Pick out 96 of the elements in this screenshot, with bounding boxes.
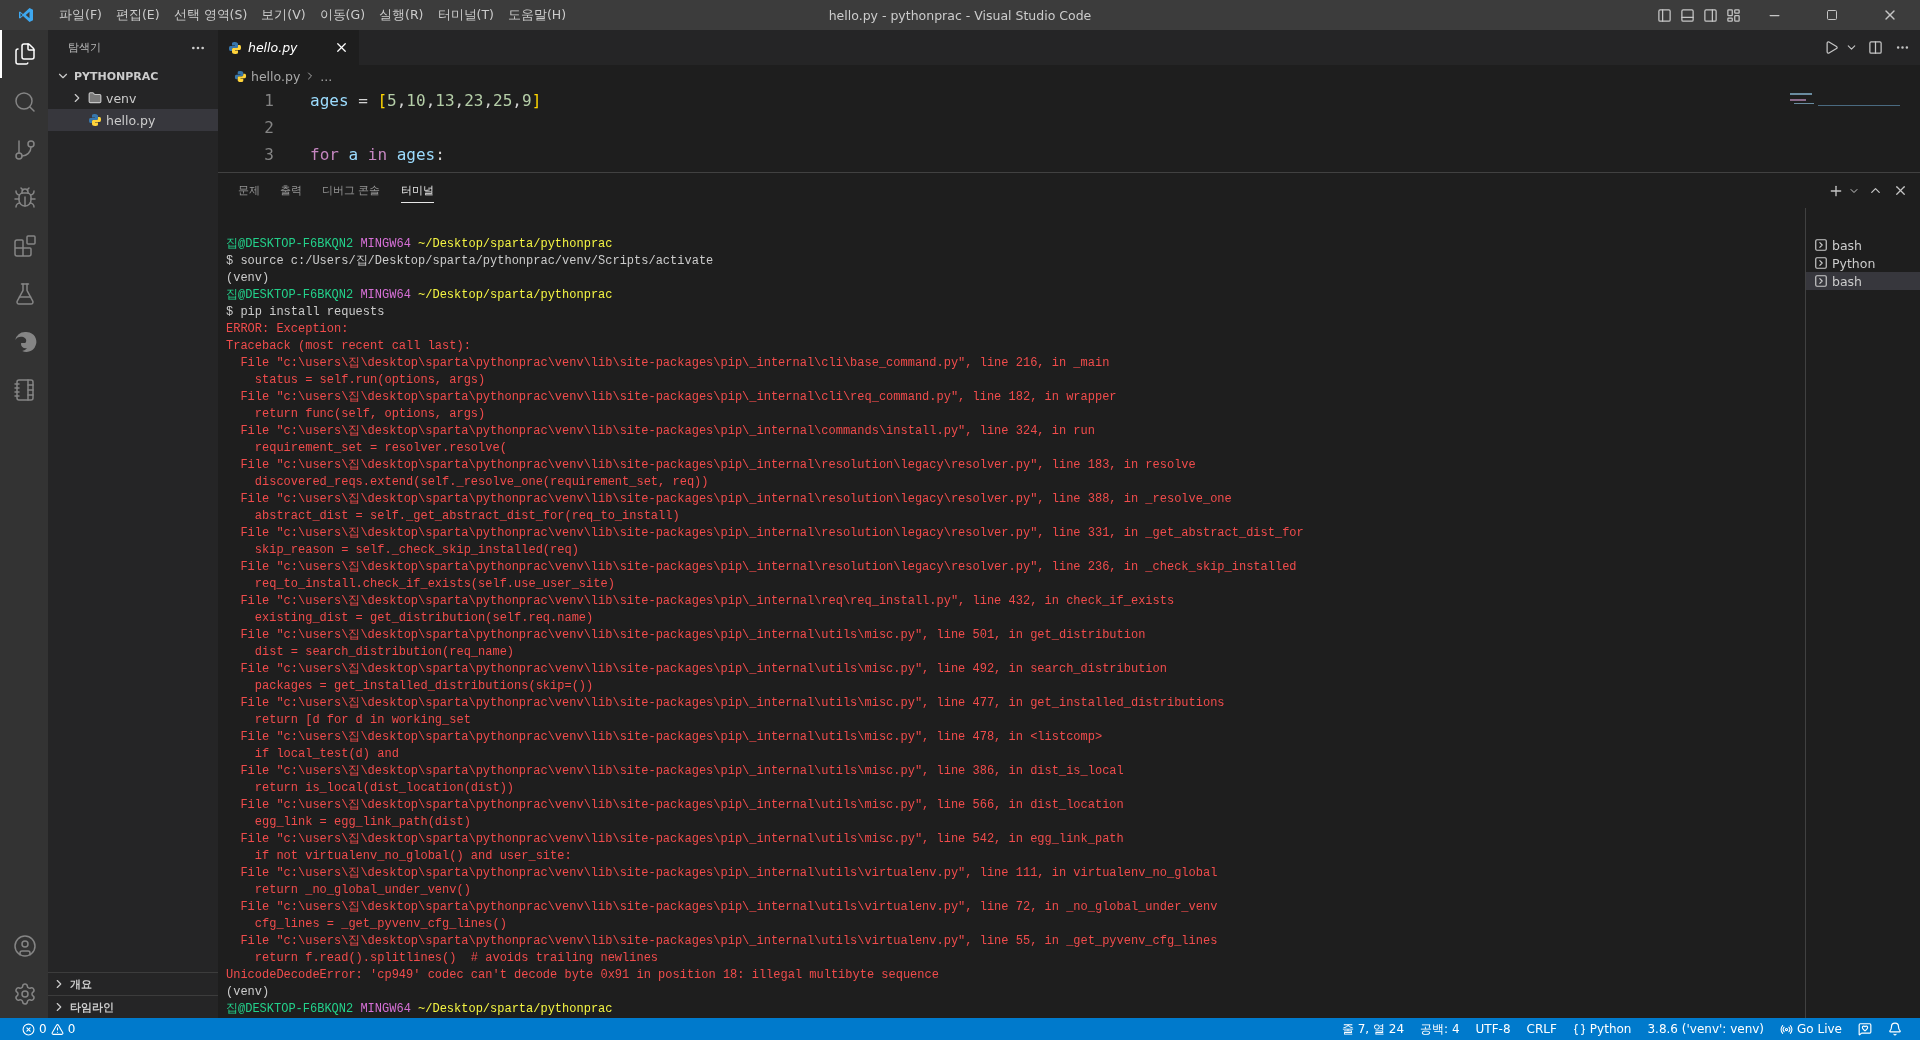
terminal-line: if not virtualenv_no_global() and user_site: bbox=[253, 848, 573, 865]
menu-item[interactable]: 선택 영역(S) bbox=[166, 6, 255, 24]
terminal-item[interactable]: Python bbox=[1806, 254, 1920, 272]
section-header[interactable]: 개요 bbox=[48, 972, 218, 995]
terminal-icon bbox=[1814, 238, 1828, 252]
terminal-line: File "c:\users\집\desktop\sparta\pythonprac\venv\lib\site-packages\pip\_internal\resolution\legacy\resolver.py", line 183, in resolve bbox=[239, 457, 1197, 474]
terminal-icon bbox=[1814, 256, 1828, 270]
editor-tab[interactable]: hello.py bbox=[218, 30, 359, 65]
warning-icon bbox=[50, 1022, 64, 1036]
python-icon bbox=[88, 113, 102, 127]
panel-tab[interactable]: 디버그 콘솔 bbox=[322, 178, 381, 203]
status-item[interactable]: CRLF bbox=[1518, 1022, 1565, 1036]
broadcast-icon bbox=[1780, 1022, 1794, 1036]
terminal-line: egg_link = egg_link_path(dist) bbox=[253, 814, 472, 831]
menu-item[interactable]: 도움말(H) bbox=[500, 6, 574, 24]
terminal-line: $ source c:/Users/집/Desktop/sparta/pythonprac/venv/Scripts/activate bbox=[226, 253, 715, 270]
breadcrumb-item[interactable]: ... bbox=[320, 68, 333, 84]
terminal-line: File "c:\users\집\desktop\sparta\pythonprac\venv\lib\site-packages\pip\_internal\utils\virtualenv.py", line 55, in _get_pyvenv_cfg_lines bbox=[239, 933, 1219, 950]
menu-item[interactable]: 편집(E) bbox=[108, 6, 167, 24]
menu-item[interactable]: 터미널(T) bbox=[430, 6, 501, 24]
status-item[interactable]: 줄 7, 열 24 bbox=[1333, 1020, 1413, 1038]
terminal-line: File "c:\users\집\desktop\sparta\pythonprac\venv\lib\site-packages\pip\_internal\resolution\legacy\resolver.py", line 331, in _get_abstract_dist_for bbox=[239, 525, 1305, 542]
terminal-line: 집@DESKTOP-F6BKQN2 MINGW64 ~/Desktop/sparta/pythonprac bbox=[226, 1001, 614, 1018]
terminal-line: 집@DESKTOP-F6BKQN2 MINGW64 ~/Desktop/sparta/pythonprac bbox=[226, 287, 614, 304]
tree-item[interactable]: PYTHONPRAC bbox=[48, 65, 218, 87]
bell-icon bbox=[1888, 1022, 1902, 1036]
terminal-line: return f.read().splitlines() # avoids trailing newlines bbox=[253, 950, 660, 967]
tree-item[interactable]: hello.py bbox=[48, 109, 218, 131]
terminal-line: return is_local(dist_location(dist)) bbox=[253, 780, 516, 797]
status-item[interactable]: UTF-8 bbox=[1467, 1022, 1519, 1036]
terminal-line: cfg_lines = _get_pyvenv_cfg_lines() bbox=[253, 916, 508, 933]
terminal-line: discovered_reqs.extend(self._resolve_one(requirement_set, req)) bbox=[253, 474, 710, 491]
status-item[interactable]: 3.8.6 ('venv': venv) bbox=[1639, 1022, 1773, 1036]
terminal-line: File "c:\users\집\desktop\sparta\pythonprac\venv\lib\site-packages\pip\_internal\cli\req_command.py", line 182, in wrapper bbox=[239, 389, 1118, 406]
terminal-line: File "c:\users\집\desktop\sparta\pythonprac\venv\lib\site-packages\pip\_internal\utils\misc.py", line 566, in dist_location bbox=[239, 797, 1125, 814]
terminal-line: File "c:\users\집\desktop\sparta\pythonprac\venv\lib\site-packages\pip\_internal\resolution\legacy\resolver.py", line 388, in _resolve_one bbox=[239, 491, 1233, 508]
terminal-line: return [d for d in working_set bbox=[253, 712, 472, 729]
terminal-line: File "c:\users\집\desktop\sparta\pythonprac\venv\lib\site-packages\pip\_internal\utils\misc.py", line 478, in <listcomp> bbox=[239, 729, 1104, 746]
terminal-line: File "c:\users\집\desktop\sparta\pythonprac\venv\lib\site-packages\pip\_internal\utils\misc.py", line 501, in get_distribution bbox=[239, 627, 1147, 644]
menu-item[interactable]: 실행(R) bbox=[372, 6, 431, 24]
language-status[interactable]: Python bbox=[1564, 1022, 1640, 1036]
go-live-button[interactable]: Go Live bbox=[1772, 1022, 1850, 1036]
terminal-line: return func(self, options, args) bbox=[253, 406, 487, 423]
terminal-line: File "c:\users\집\desktop\sparta\pythonprac\venv\lib\site-packages\pip\_internal\utils\virtualenv.py", line 111, in virtualenv_no_global bbox=[239, 865, 1219, 882]
code-line: ages = [5,10,13,23,25,9] bbox=[310, 90, 542, 112]
line-number: 1 bbox=[263, 90, 275, 112]
terminal-item[interactable]: bash bbox=[1806, 236, 1920, 254]
terminal-line: 집@DESKTOP-F6BKQN2 MINGW64 ~/Desktop/sparta/pythonprac bbox=[226, 236, 614, 253]
problems-status[interactable]: 0 0 bbox=[14, 1022, 84, 1036]
terminal-line: return _no_global_under_venv() bbox=[253, 882, 472, 899]
sidebar-title: 탐색기 bbox=[68, 40, 101, 55]
terminal-line: if local_test(d) and bbox=[253, 746, 400, 763]
terminal-line: dist = search_distribution(req_name) bbox=[253, 644, 516, 661]
menu-item[interactable]: 이동(G) bbox=[312, 6, 373, 24]
terminal-line: File "c:\users\집\desktop\sparta\pythonprac\venv\lib\site-packages\pip\_internal\utils\misc.py", line 492, in search_distribution bbox=[239, 661, 1168, 678]
braces-icon bbox=[1572, 1022, 1586, 1036]
tree-item[interactable]: venv bbox=[48, 87, 218, 109]
terminal-line: File "c:\users\집\desktop\sparta\pythonprac\venv\lib\site-packages\pip\_internal\req\req_install.py", line 432, in check_if_exists bbox=[239, 593, 1176, 610]
terminal-line: (venv) bbox=[226, 984, 271, 1001]
terminal-line: req_to_install.check_if_exists(self.use_user_site) bbox=[253, 576, 616, 593]
line-number: 2 bbox=[263, 117, 275, 139]
status-item[interactable]: 공백: 4 bbox=[1412, 1020, 1468, 1038]
menu-item[interactable]: 보기(V) bbox=[254, 6, 313, 24]
terminal-line: File "c:\users\집\desktop\sparta\pythonprac\venv\lib\site-packages\pip\_internal\utils\misc.py", line 477, in get_installed_distributions bbox=[239, 695, 1226, 712]
menu-item[interactable]: 파일(F) bbox=[52, 6, 109, 24]
error-icon bbox=[22, 1022, 35, 1036]
terminal-line: File "c:\users\집\desktop\sparta\pythonprac\venv\lib\site-packages\pip\_internal\utils\misc.py", line 542, in egg_link_path bbox=[239, 831, 1125, 848]
terminal-line: UnicodeDecodeError: 'cp949' codec can't decode byte 0x91 in position 18: illegal multibyte sequence bbox=[226, 967, 940, 984]
code-line: for a in ages: bbox=[310, 144, 445, 166]
terminal-line: status = self.run(options, args) bbox=[253, 372, 487, 389]
terminal-line: abstract_dist = self._get_abstract_dist_for(req_to_install) bbox=[253, 508, 681, 525]
window-title: hello.py - pythonprac - Visual Studio Code bbox=[828, 7, 1092, 23]
terminal-line: requirement_set = resolver.resolve( bbox=[253, 440, 508, 457]
breadcrumb-item[interactable]: hello.py bbox=[251, 68, 301, 84]
terminal-line: ERROR: Exception: bbox=[226, 321, 350, 338]
python-icon bbox=[234, 69, 247, 83]
terminal-item[interactable]: bash bbox=[1806, 272, 1920, 290]
terminal-line: File "c:\users\집\desktop\sparta\pythonprac\venv\lib\site-packages\pip\_internal\cli\base_command.py", line 216, in _main bbox=[239, 355, 1111, 372]
terminal-line: Traceback (most recent call last): bbox=[226, 338, 472, 355]
terminal-line: File "c:\users\집\desktop\sparta\pythonprac\venv\lib\site-packages\pip\_internal\utils\misc.py", line 386, in dist_is_local bbox=[239, 763, 1125, 780]
panel-tab[interactable]: 문제 bbox=[238, 178, 260, 203]
folder-icon bbox=[88, 91, 102, 105]
terminal-line: skip_reason = self._check_skip_installed(req) bbox=[253, 542, 580, 559]
panel-tab[interactable]: 출력 bbox=[280, 178, 302, 203]
terminal-line: File "c:\users\집\desktop\sparta\pythonprac\venv\lib\site-packages\pip\_internal\utils\virtualenv.py", line 72, in _no_global_under_venv bbox=[239, 899, 1219, 916]
terminal-icon bbox=[1814, 274, 1828, 288]
terminal-line: packages = get_installed_distributions(skip=()) bbox=[253, 678, 595, 695]
terminal-line: $ pip install requests bbox=[226, 304, 386, 321]
feedback-icon bbox=[1858, 1022, 1872, 1036]
terminal-line: File "c:\users\집\desktop\sparta\pythonprac\venv\lib\site-packages\pip\_internal\commands\install.py", line 324, in run bbox=[239, 423, 1096, 440]
python-icon bbox=[228, 40, 242, 55]
terminal-line: existing_dist = get_distribution(self.req.name) bbox=[253, 610, 595, 627]
terminal-line: (venv) bbox=[226, 270, 271, 287]
line-number: 3 bbox=[263, 144, 275, 166]
panel-tab[interactable]: 터미널 bbox=[400, 178, 434, 203]
terminal-line: File "c:\users\집\desktop\sparta\pythonprac\venv\lib\site-packages\pip\_internal\resolution\legacy\resolver.py", line 236, in _check_skip_installed bbox=[239, 559, 1298, 576]
